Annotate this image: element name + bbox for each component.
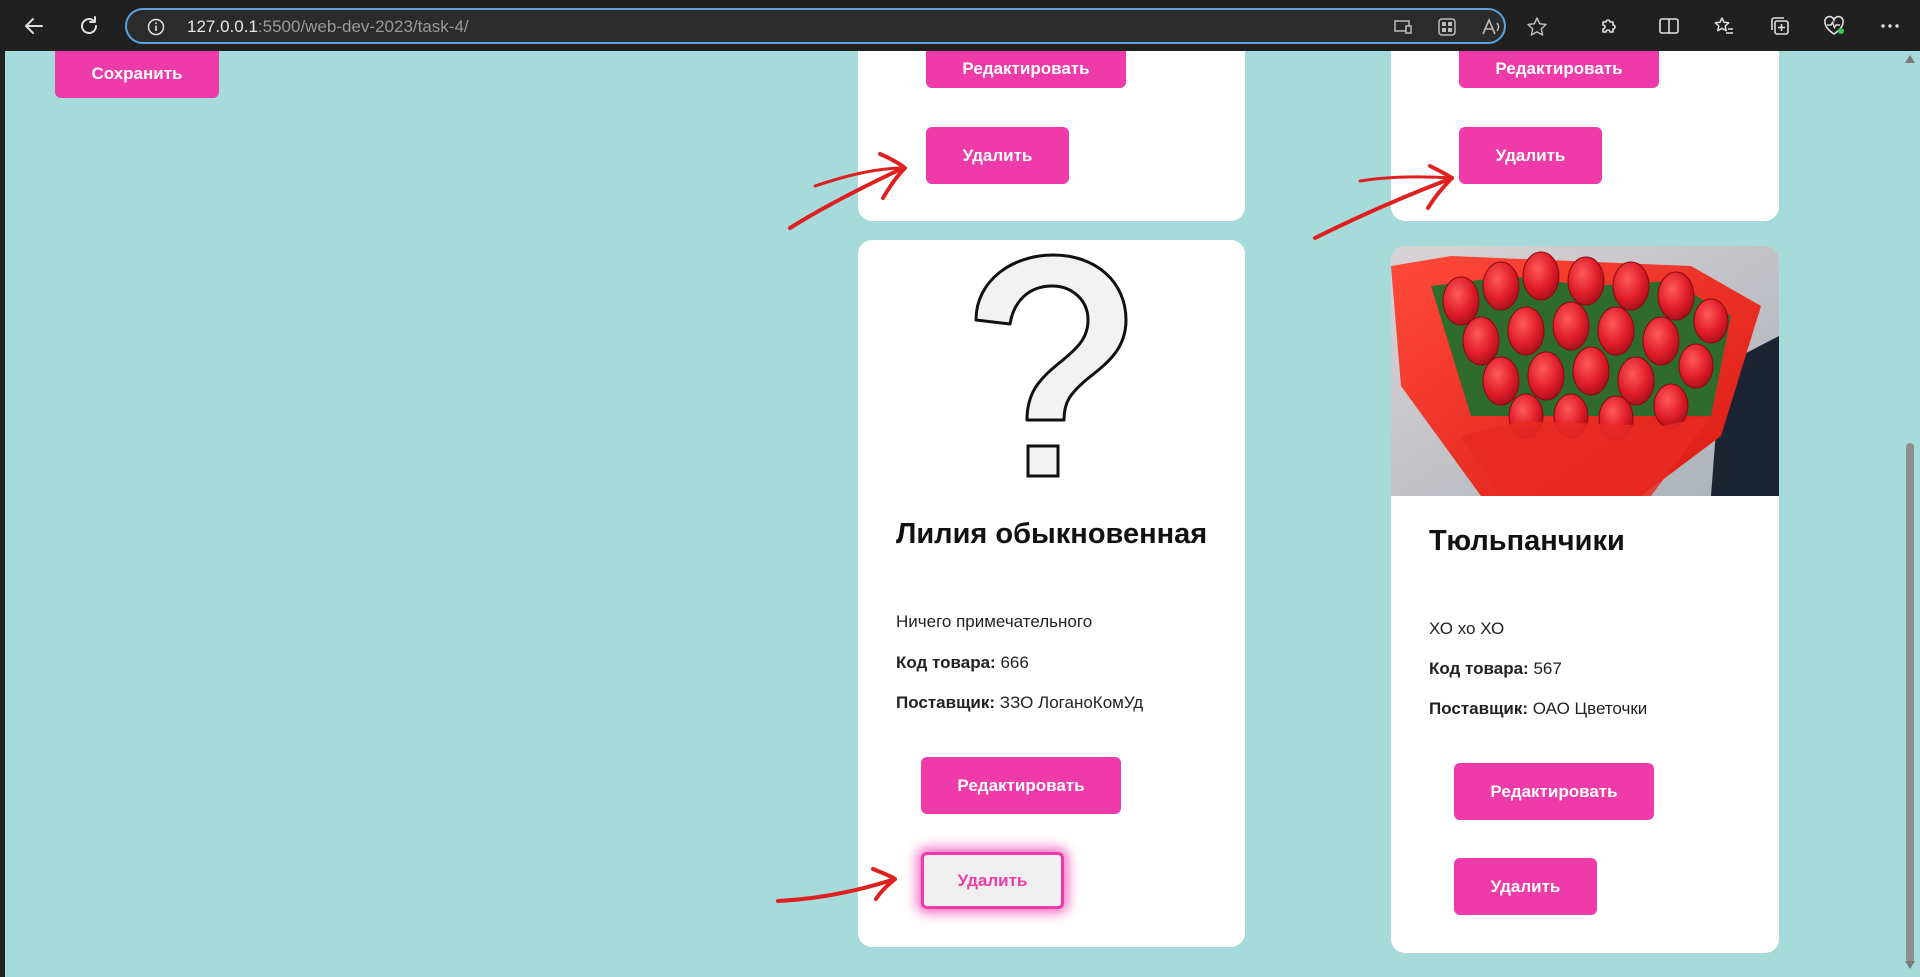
favorites-list-icon	[1714, 17, 1733, 34]
card-supplier-row: Поставщик: ЗЗО ЛоганоКомУд	[896, 693, 1143, 713]
address-bar[interactable]: 127.0.0.1:5500/web-dev-2023/task-4/	[125, 8, 1547, 44]
code-value: 567	[1533, 659, 1562, 678]
supplier-label: Поставщик:	[1429, 699, 1529, 718]
delete-button[interactable]: Удалить	[926, 127, 1069, 184]
delete-button[interactable]: Удалить	[1459, 127, 1602, 184]
card-title: Тюльпанчики	[1429, 525, 1625, 557]
edit-button[interactable]: Редактировать	[1454, 763, 1654, 820]
annotation-arrow-icon	[1313, 164, 1454, 240]
page-content: Сохранить Редактировать Удалить Редактир…	[5, 51, 1900, 977]
edit-button[interactable]: Редактировать	[921, 757, 1121, 814]
delete-button[interactable]: Удалить	[1454, 858, 1597, 915]
split-screen-icon	[1659, 18, 1679, 34]
favorite-star-icon[interactable]	[1526, 16, 1548, 38]
tulip-bouquet-photo	[1391, 246, 1779, 496]
url-text[interactable]: 127.0.0.1:5500/web-dev-2023/task-4/	[187, 17, 469, 37]
favorites-button[interactable]	[1707, 9, 1741, 43]
back-button[interactable]	[17, 9, 51, 43]
annotation-arrow-icon	[788, 152, 907, 230]
save-button[interactable]: Сохранить	[55, 51, 219, 98]
code-label: Код товара:	[896, 653, 996, 672]
supplier-value: ОАО Цветочки	[1532, 699, 1648, 718]
card-supplier-row: Поставщик: ОАО Цветочки	[1429, 699, 1647, 719]
extensions-button[interactable]	[1592, 9, 1626, 43]
product-card-tulips: Тюльпанчики ХО хо ХО Код товара: 567 Пос…	[1391, 246, 1779, 953]
question-mark-placeholder-image	[974, 253, 1128, 478]
cast-icon[interactable]	[1392, 16, 1414, 38]
scroll-down-arrow-icon[interactable]	[1905, 961, 1915, 969]
card-description: Ничего примечательного	[896, 612, 1093, 631]
browser-essentials-button[interactable]	[1817, 9, 1851, 43]
reload-icon	[81, 16, 97, 34]
browser-toolbar: 127.0.0.1:5500/web-dev-2023/task-4/	[0, 0, 1920, 51]
url-host: 127.0.0.1	[187, 17, 258, 36]
reload-button[interactable]	[72, 9, 106, 43]
code-label: Код товара:	[1429, 659, 1529, 678]
site-info-icon[interactable]	[147, 18, 165, 41]
edit-button[interactable]: Редактировать	[926, 51, 1126, 88]
url-path: :5500/web-dev-2023/task-4/	[257, 17, 469, 36]
collections-icon	[1771, 17, 1789, 35]
card-title: Лилия обыкновенная	[896, 518, 1208, 550]
product-card-lily: Лилия обыкновенная Ничего примечательног…	[858, 240, 1245, 947]
card-description: ХО хо ХО	[1429, 619, 1505, 638]
product-card-top-1: Редактировать Удалить	[858, 51, 1245, 221]
card-code-row: Код товара: 567	[1429, 659, 1562, 679]
code-value: 666	[1000, 653, 1029, 672]
split-screen-button[interactable]	[1652, 9, 1686, 43]
puzzle-icon	[1602, 19, 1616, 33]
card-code-row: Код товара: 666	[896, 653, 1029, 673]
heart-pulse-icon	[1824, 15, 1844, 35]
supplier-value: ЗЗО ЛоганоКомУд	[999, 693, 1144, 712]
apps-grid-icon[interactable]	[1436, 16, 1458, 38]
scroll-thumb[interactable]	[1906, 443, 1914, 963]
supplier-label: Поставщик:	[896, 693, 996, 712]
annotation-arrow-icon	[776, 867, 897, 903]
scroll-up-arrow-icon[interactable]	[1905, 55, 1915, 63]
edit-button[interactable]: Редактировать	[1459, 51, 1659, 88]
collections-button[interactable]	[1763, 9, 1797, 43]
back-arrow-icon	[25, 18, 43, 34]
more-dots-icon	[1881, 24, 1899, 28]
read-aloud-icon[interactable]	[1481, 16, 1503, 38]
vertical-scrollbar[interactable]	[1900, 51, 1920, 977]
settings-more-button[interactable]	[1873, 9, 1907, 43]
delete-button-focused[interactable]: Удалить	[921, 852, 1064, 909]
